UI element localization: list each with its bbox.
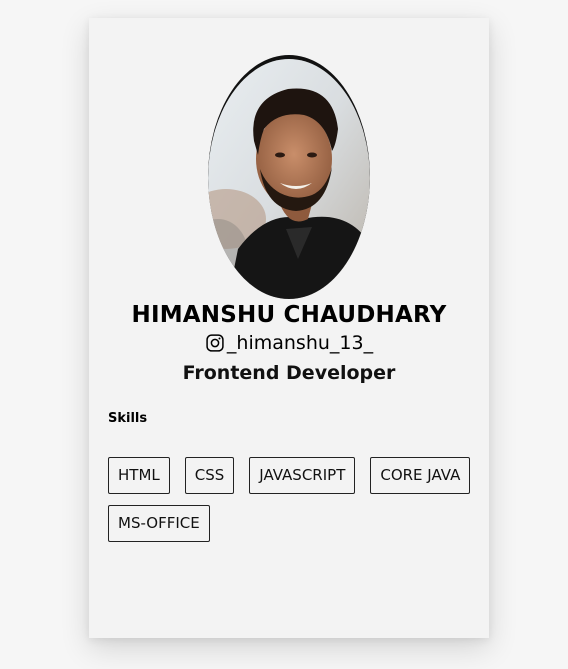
profile-name: HIMANSHU CHAUDHARY <box>131 302 447 328</box>
instagram-handle[interactable]: _himanshu_13_ <box>227 332 373 354</box>
skills-list: HTML CSS JAVASCRIPT CORE JAVA MS-OFFICE <box>108 457 478 542</box>
skill-chip-ms-office[interactable]: MS-OFFICE <box>108 505 210 542</box>
skill-chip-html[interactable]: HTML <box>108 457 170 494</box>
skills-heading: Skills <box>108 411 148 426</box>
instagram-icon <box>206 334 224 352</box>
profile-card: HIMANSHU CHAUDHARY _himanshu_13_ Fronten… <box>89 18 489 638</box>
skill-chip-css[interactable]: CSS <box>184 457 235 494</box>
avatar <box>208 59 370 299</box>
skill-chip-javascript[interactable]: JAVASCRIPT <box>249 457 356 494</box>
instagram-handle-row[interactable]: _himanshu_13_ <box>89 332 489 354</box>
avatar-frame <box>208 55 370 299</box>
skill-chip-core-java[interactable]: CORE JAVA <box>370 457 471 494</box>
page-background: HIMANSHU CHAUDHARY _himanshu_13_ Fronten… <box>0 0 568 669</box>
profile-role: Frontend Developer <box>182 362 396 384</box>
